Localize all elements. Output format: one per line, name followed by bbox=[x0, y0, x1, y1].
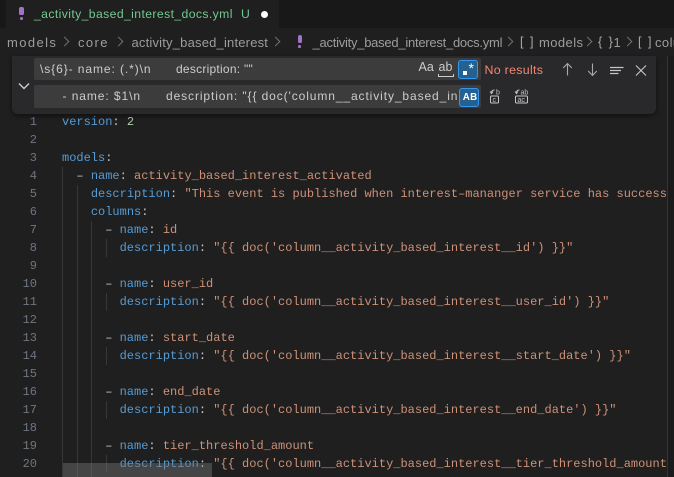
svg-text:b: b bbox=[496, 90, 500, 97]
svg-text:ac: ac bbox=[518, 97, 526, 104]
svg-text:c: c bbox=[493, 97, 497, 104]
svg-text:ab: ab bbox=[521, 90, 529, 97]
